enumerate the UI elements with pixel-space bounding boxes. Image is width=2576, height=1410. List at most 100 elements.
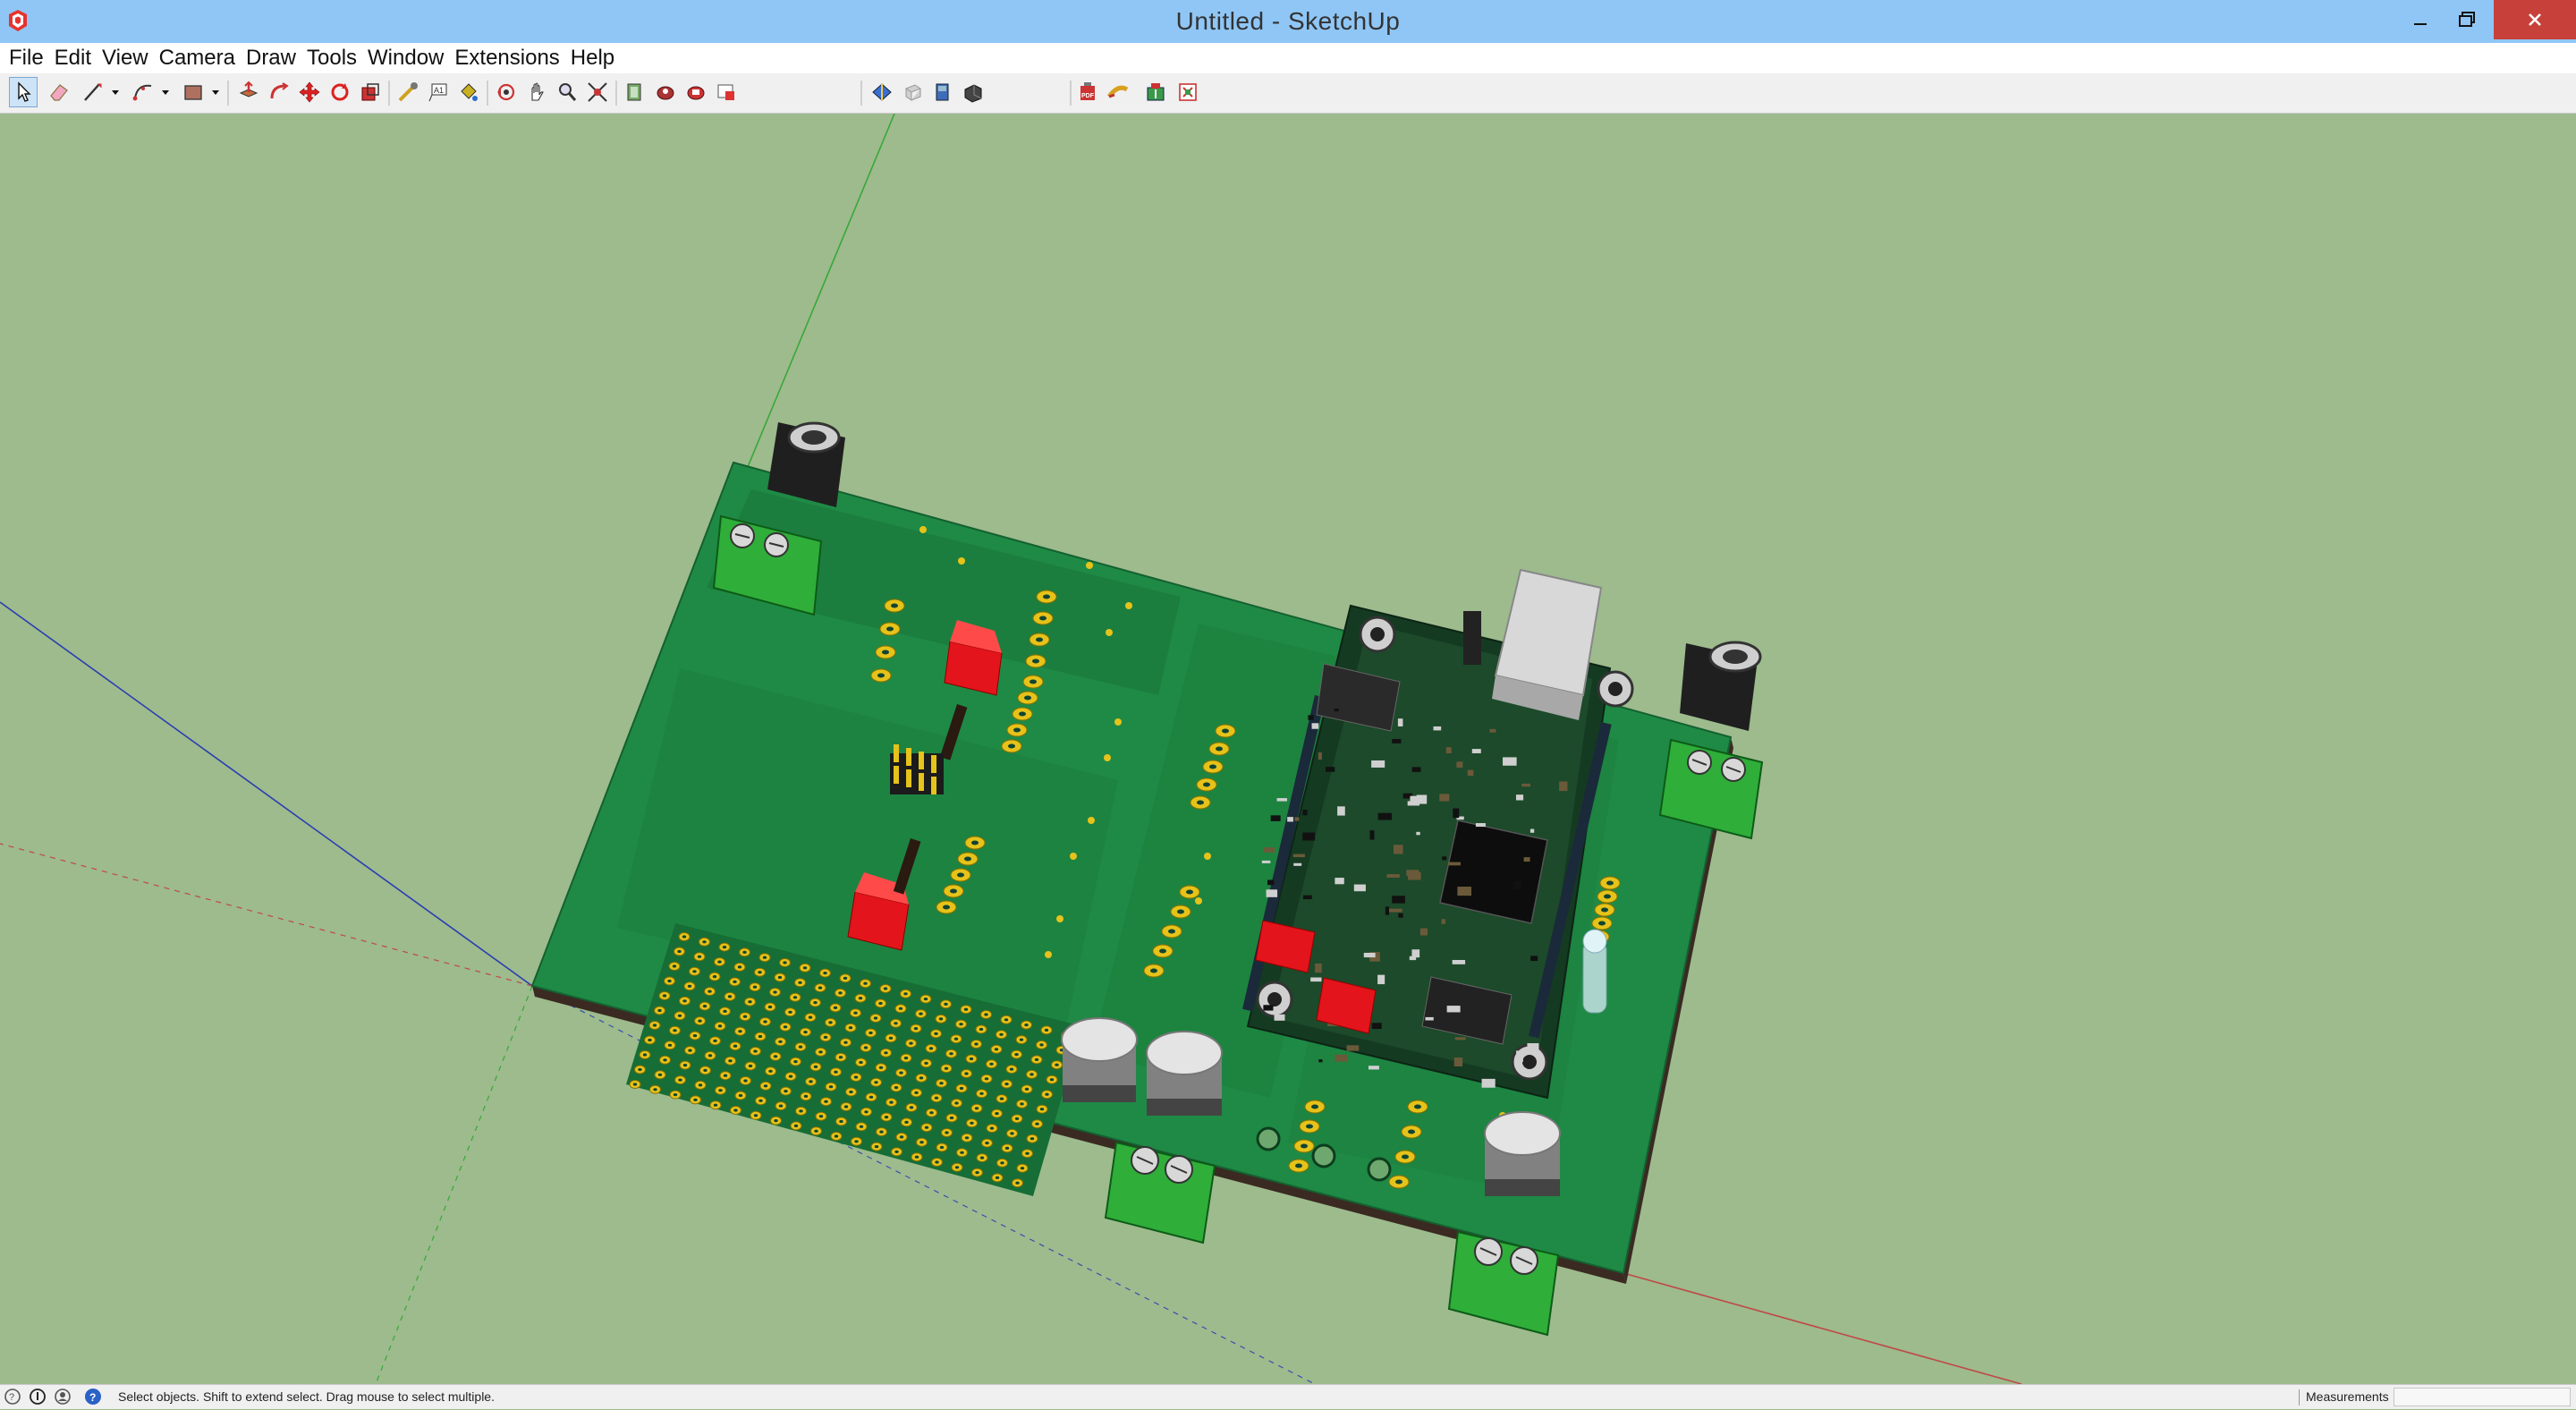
geo-location-icon[interactable]: ? <box>4 1388 21 1406</box>
back-edges-style-icon[interactable] <box>928 77 957 107</box>
extension-warehouse-icon[interactable] <box>682 77 710 107</box>
smd-part <box>1337 806 1345 816</box>
toolbar-separator <box>860 81 862 106</box>
toolbar-separator <box>1070 81 1072 106</box>
push-pull-tool-icon[interactable] <box>234 77 263 107</box>
menu-edit[interactable]: Edit <box>49 43 97 73</box>
user-account-icon[interactable] <box>54 1388 72 1406</box>
smd-part <box>1287 817 1293 822</box>
export-idf-icon[interactable] <box>1174 77 1202 107</box>
smd-part <box>1392 738 1402 743</box>
arc-tool-icon[interactable] <box>129 77 157 107</box>
smd-part <box>1310 977 1322 982</box>
zoom-extents-tool-icon[interactable] <box>583 77 612 107</box>
via <box>1106 629 1113 636</box>
smd-part <box>1419 928 1428 936</box>
xray-style-icon[interactable] <box>898 77 927 107</box>
smd-part <box>1318 1059 1323 1063</box>
line-tool-icon[interactable] <box>79 77 107 107</box>
via <box>1086 562 1093 569</box>
smd-part <box>1559 781 1568 792</box>
smd-part <box>1407 801 1420 806</box>
smd-part <box>1368 1066 1379 1070</box>
smd-part <box>1267 879 1275 886</box>
credits-icon[interactable] <box>29 1388 47 1406</box>
smd-part <box>1446 1006 1461 1013</box>
extension-manager-icon[interactable] <box>712 77 741 107</box>
smd-part <box>1270 815 1281 821</box>
blue-axis-line <box>0 601 533 987</box>
close-button[interactable] <box>2494 0 2576 39</box>
follow-me-tool-icon[interactable] <box>265 77 293 107</box>
smd-part <box>1311 723 1319 729</box>
smd-part <box>1302 895 1312 900</box>
menu-help[interactable]: Help <box>565 43 620 73</box>
smd-part <box>1335 1054 1348 1062</box>
smd-part <box>1363 952 1376 958</box>
smd-part <box>1481 1078 1496 1088</box>
smd-part <box>1523 857 1530 862</box>
zoom-tool-icon[interactable] <box>553 77 581 107</box>
smd-part <box>1388 908 1402 913</box>
smd-part <box>1397 718 1403 726</box>
shape-tools-dropdown[interactable] <box>209 77 222 107</box>
smd-part <box>1442 856 1447 861</box>
smd-part <box>1530 828 1535 833</box>
rotate-tool-icon[interactable] <box>326 77 354 107</box>
modeling-viewport[interactable] <box>0 114 2576 1384</box>
via <box>1056 915 1063 922</box>
menu-extensions[interactable]: Extensions <box>449 43 564 73</box>
smd-part <box>1377 812 1393 820</box>
measurements-input[interactable] <box>2394 1388 2571 1406</box>
smd-part <box>1515 794 1524 801</box>
svg-text:PDF: PDF <box>1081 93 1095 99</box>
via <box>919 526 927 533</box>
select-tool-icon[interactable] <box>9 77 38 107</box>
smd-part <box>1308 715 1314 720</box>
title-bar: Untitled - SketchUp <box>0 0 2576 43</box>
menu-view[interactable]: View <box>97 43 154 73</box>
section-plane-icon[interactable] <box>868 77 896 107</box>
import-idf-icon[interactable] <box>1141 77 1170 107</box>
toolbar-separator <box>227 81 229 106</box>
paint-bucket-tool-icon[interactable] <box>454 77 483 107</box>
scale-tool-icon[interactable] <box>356 77 385 107</box>
restore-button[interactable] <box>2436 0 2497 39</box>
eraser-tool-icon[interactable] <box>45 77 73 107</box>
warehouse-icon[interactable] <box>621 77 649 107</box>
smd-part <box>1325 767 1335 772</box>
smd-part <box>1471 749 1481 753</box>
smd-part <box>1441 919 1445 924</box>
smd-part <box>1302 832 1316 841</box>
text-tool-icon[interactable]: A1 <box>424 77 453 107</box>
menu-tools[interactable]: Tools <box>301 43 362 73</box>
smd-part <box>1503 757 1517 766</box>
pan-tool-icon[interactable] <box>522 77 551 107</box>
share-model-icon[interactable] <box>651 77 680 107</box>
instructor-help-icon[interactable]: ? <box>84 1388 102 1406</box>
tape-extension-icon[interactable] <box>1104 77 1132 107</box>
led[interactable] <box>1582 929 1607 1014</box>
menu-window[interactable]: Window <box>362 43 449 73</box>
smd-part <box>1517 1058 1523 1062</box>
smd-part <box>1411 949 1420 958</box>
arc-tools-dropdown[interactable] <box>159 77 172 107</box>
smd-part <box>1453 808 1460 819</box>
tape-measure-tool-icon[interactable] <box>394 77 422 107</box>
smd-part <box>1315 963 1322 973</box>
line-tools-dropdown[interactable] <box>109 77 122 107</box>
menu-camera[interactable]: Camera <box>154 43 241 73</box>
orbit-tool-icon[interactable] <box>492 77 521 107</box>
menu-file[interactable]: File <box>4 43 49 73</box>
smd-part <box>1457 887 1472 896</box>
smd-part <box>1263 1005 1274 1011</box>
rectangle-tool-icon[interactable] <box>179 77 208 107</box>
shaded-textures-icon[interactable] <box>959 77 987 107</box>
menu-draw[interactable]: Draw <box>241 43 301 73</box>
smd-part <box>1394 845 1403 854</box>
move-tool-icon[interactable] <box>295 77 324 107</box>
smd-part <box>1453 1058 1463 1066</box>
smd-part <box>1371 1023 1382 1030</box>
export-pdf-icon[interactable]: PDF <box>1073 77 1102 107</box>
smd-part <box>1530 956 1538 962</box>
